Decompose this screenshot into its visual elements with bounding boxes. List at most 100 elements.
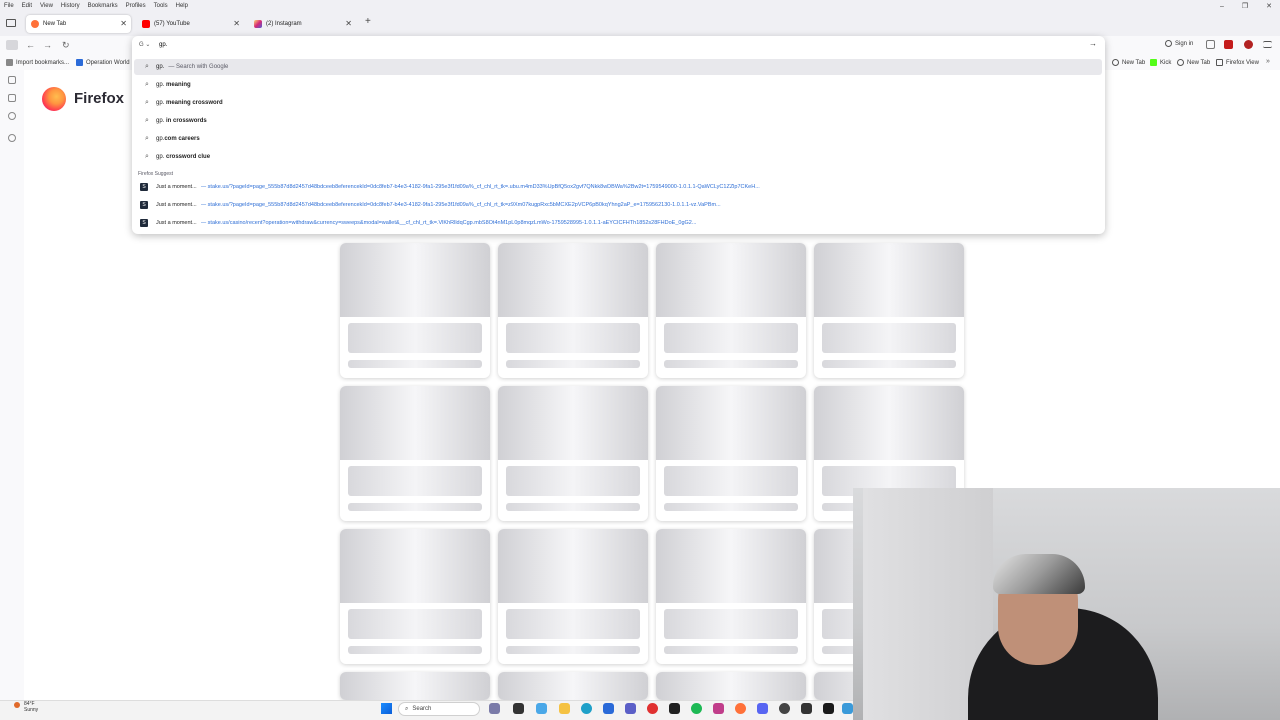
menu-edit[interactable]: Edit	[18, 3, 36, 9]
shortcut-tile[interactable]	[340, 672, 490, 700]
suggestion-item[interactable]: ⌕ gp. crossword clue	[134, 149, 1102, 165]
tile-url-placeholder	[348, 360, 482, 368]
edge-icon[interactable]	[581, 703, 592, 714]
shortcut-tile[interactable]	[656, 672, 806, 700]
file-explorer-icon[interactable]	[559, 703, 570, 714]
firefox-suggest-heading: Firefox Suggest	[138, 171, 174, 177]
opera-icon[interactable]	[647, 703, 658, 714]
close-icon[interactable]: ✕	[120, 19, 127, 28]
menu-bookmarks[interactable]: Bookmarks	[84, 3, 122, 9]
shortcut-tile[interactable]	[340, 386, 490, 521]
suggestion-item[interactable]: ⌕ gp. meaning	[134, 77, 1102, 93]
bookmark-new-tab-1[interactable]: New Tab	[1112, 59, 1145, 66]
ublock-icon[interactable]	[1224, 40, 1233, 49]
tile-title-placeholder	[506, 466, 640, 496]
bookmark-kick[interactable]: Kick	[1150, 59, 1171, 66]
weather-widget[interactable]: 84°F Sunny	[24, 701, 38, 713]
forward-icon[interactable]: →	[43, 40, 52, 50]
globe-icon	[1112, 59, 1119, 66]
suggestion-item[interactable]: ⌕ gp.com careers	[134, 131, 1102, 147]
minimize-button[interactable]: –	[1220, 3, 1224, 10]
tab-youtube[interactable]: (57) YouTube ✕	[137, 15, 244, 33]
menu-view[interactable]: View	[36, 3, 57, 9]
taskbar-search[interactable]: ⌕ Search	[398, 702, 480, 716]
sign-in-button[interactable]: Sign in	[1165, 40, 1193, 47]
sidebar-toggle-button[interactable]	[6, 40, 18, 50]
tile-title-placeholder	[664, 466, 798, 496]
shortcut-tile[interactable]	[656, 529, 806, 664]
shortcut-tile[interactable]	[498, 386, 648, 521]
tile-url-placeholder	[664, 503, 798, 511]
weather-sun-icon[interactable]	[14, 702, 20, 708]
shortcut-tile[interactable]	[656, 243, 806, 378]
browser-app-icon[interactable]	[536, 703, 547, 714]
back-icon[interactable]: ←	[26, 40, 35, 50]
suggestion-item[interactable]: ⌕ gp. meaning crossword	[134, 95, 1102, 111]
search-engine-selector[interactable]: G ⌄	[139, 41, 150, 48]
discord-icon[interactable]	[757, 703, 768, 714]
bookmark-import[interactable]: Import bookmarks...	[6, 59, 69, 66]
tile-thumbnail	[498, 386, 648, 460]
close-icon[interactable]: ✕	[345, 19, 352, 28]
reload-icon[interactable]: ↻	[62, 40, 70, 51]
history-result[interactable]: S Just a moment... — stake.us/?pageId=pa…	[134, 198, 1102, 212]
copilot-icon[interactable]	[489, 703, 500, 714]
tab-list-icon[interactable]	[6, 19, 16, 27]
firefox-wordmark: Firefox	[74, 90, 125, 107]
new-tab-button[interactable]: +	[365, 16, 371, 27]
stake-favicon-icon: S	[140, 183, 148, 191]
ai-chat-icon[interactable]	[8, 76, 16, 84]
tab-new-tab[interactable]: New Tab ✕	[26, 15, 131, 33]
settings-icon[interactable]	[8, 134, 16, 142]
menu-icon[interactable]	[1263, 41, 1272, 48]
extension-icon[interactable]	[1244, 40, 1253, 49]
url-input[interactable]	[159, 40, 1059, 50]
task-view-icon[interactable]	[513, 703, 524, 714]
menu-tools[interactable]: Tools	[150, 3, 172, 9]
shortcut-tile[interactable]	[498, 672, 648, 700]
menu-history[interactable]: History	[57, 3, 84, 9]
history-result[interactable]: S Just a moment... — stake.us/?pageId=pa…	[134, 180, 1102, 194]
teams-icon[interactable]	[625, 703, 636, 714]
shortcut-tile[interactable]	[340, 243, 490, 378]
go-arrow-icon[interactable]: →	[1089, 39, 1097, 48]
windows-start-icon[interactable]	[381, 703, 392, 714]
shortcut-tile[interactable]	[498, 243, 648, 378]
tile-thumbnail	[656, 243, 806, 317]
shortcut-tile[interactable]	[498, 529, 648, 664]
history-icon[interactable]	[8, 94, 16, 102]
history-result[interactable]: S Just a moment... — stake.us/casino/rec…	[134, 216, 1102, 230]
tile-url-placeholder	[506, 646, 640, 654]
store-icon[interactable]	[603, 703, 614, 714]
tab-instagram[interactable]: (2) Instagram ✕	[249, 15, 356, 33]
pocket-icon[interactable]	[1206, 40, 1215, 49]
globe-icon	[76, 59, 83, 66]
suggestion-search-with-google[interactable]: ⌕ gp. — Search with Google	[134, 59, 1102, 75]
bookmark-new-tab-2[interactable]: New Tab	[1177, 59, 1210, 66]
app-icon[interactable]	[842, 703, 853, 714]
app-icon[interactable]	[713, 703, 724, 714]
kick-icon	[1150, 59, 1157, 66]
app-icon[interactable]	[669, 703, 680, 714]
suggestion-item[interactable]: ⌕ gp. in crosswords	[134, 113, 1102, 129]
bookmarks-icon[interactable]	[8, 112, 16, 120]
menu-file[interactable]: File	[0, 3, 18, 9]
tile-title-placeholder	[348, 323, 482, 353]
bookmark-firefox-view[interactable]: Firefox View	[1216, 59, 1259, 66]
bookmark-operation-world[interactable]: Operation World	[76, 59, 130, 66]
shortcut-tile[interactable]	[340, 529, 490, 664]
search-icon: ⌕	[145, 63, 149, 70]
shortcut-tile[interactable]	[656, 386, 806, 521]
spotify-icon[interactable]	[691, 703, 702, 714]
menu-help[interactable]: Help	[172, 3, 192, 9]
firefox-taskbar-icon[interactable]	[735, 703, 746, 714]
menu-profiles[interactable]: Profiles	[122, 3, 150, 9]
close-icon[interactable]: ✕	[233, 19, 240, 28]
shortcut-tile[interactable]	[814, 243, 964, 378]
close-window-button[interactable]: ✕	[1266, 2, 1272, 10]
bookmarks-overflow-icon[interactable]: »	[1266, 58, 1270, 65]
app-icon[interactable]	[801, 703, 812, 714]
app-icon[interactable]	[779, 703, 790, 714]
restore-button[interactable]: ❐	[1242, 2, 1248, 10]
app-icon[interactable]	[823, 703, 834, 714]
